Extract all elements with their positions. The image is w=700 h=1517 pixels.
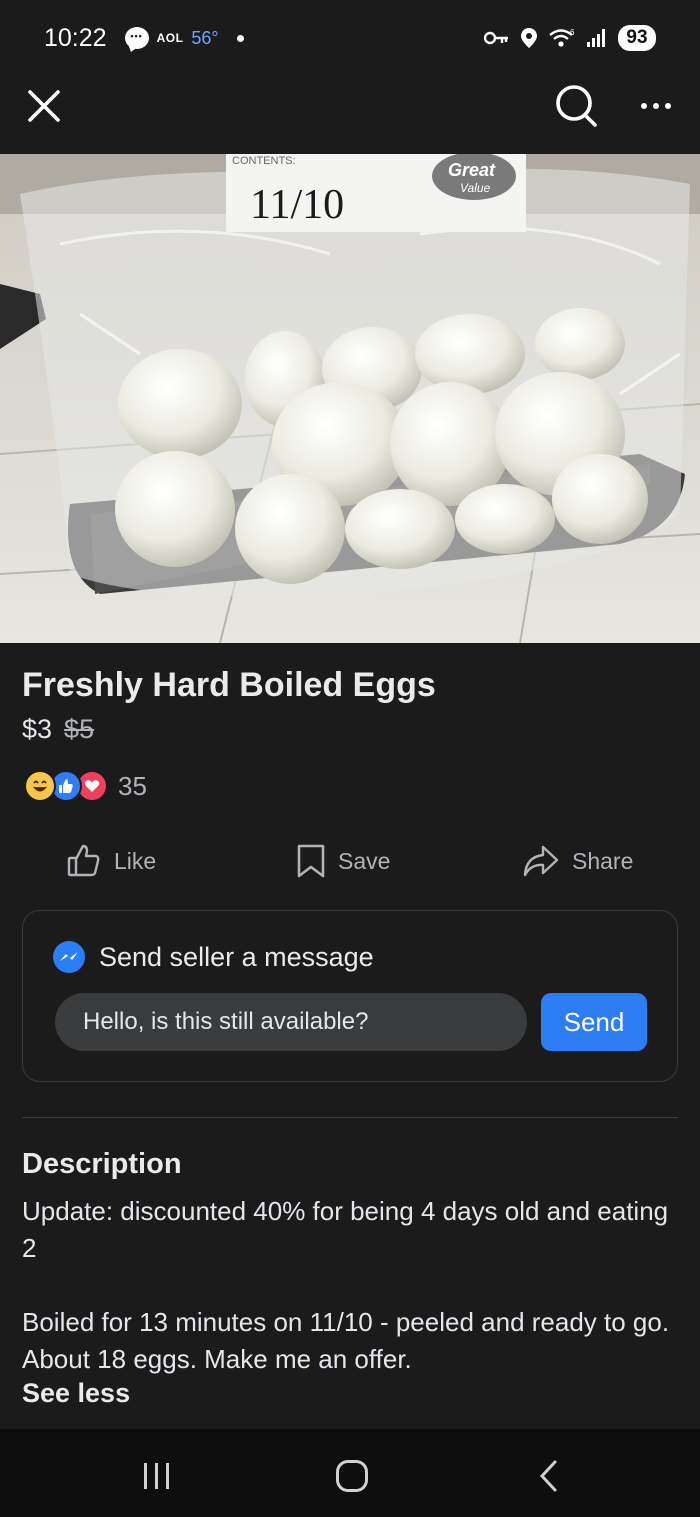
- recent-apps-icon: [166, 1463, 169, 1489]
- listing-title: Freshly Hard Boiled Eggs: [22, 666, 436, 704]
- status-right: 6 93: [484, 25, 656, 51]
- messages-icon: •••: [124, 27, 149, 49]
- original-price: $5: [64, 714, 95, 744]
- recent-apps-icon: [144, 1463, 147, 1489]
- reaction-count: 35: [118, 770, 147, 801]
- see-less-link[interactable]: See less: [22, 1378, 130, 1409]
- battery-level: 93: [618, 25, 656, 51]
- photo-label-header: CONTENTS:: [232, 155, 296, 167]
- description-paragraph: Update: discounted 40% for being 4 days …: [22, 1196, 669, 1263]
- reactions-summary[interactable]: 35: [24, 770, 147, 802]
- close-button[interactable]: [26, 86, 62, 126]
- share-arrow-icon: [523, 845, 559, 877]
- more-options-button[interactable]: [636, 88, 676, 124]
- photo-brand-line1: Great: [448, 160, 496, 180]
- signal-icon: [586, 28, 608, 48]
- back-button[interactable]: [534, 1459, 564, 1493]
- search-icon: [556, 85, 597, 127]
- more-icon-dot: [653, 103, 659, 109]
- status-time: 10:22: [44, 23, 107, 52]
- message-seller-heading: Send seller a message: [53, 941, 374, 973]
- back-chevron-icon: [539, 1460, 557, 1492]
- top-nav: [0, 76, 700, 154]
- bookmark-icon: [297, 844, 325, 878]
- send-button[interactable]: Send: [541, 993, 647, 1051]
- photo-label-date: 11/10: [250, 182, 344, 228]
- haha-reaction-icon: [24, 770, 56, 802]
- thumbs-up-icon: [67, 844, 100, 877]
- temperature: 56°: [191, 27, 219, 48]
- description-paragraph: Boiled for 13 minutes on 11/10 - peeled …: [22, 1307, 670, 1374]
- price-row: $3 $5: [22, 714, 94, 745]
- location-icon: [520, 27, 538, 49]
- recent-apps-button[interactable]: [144, 1463, 169, 1489]
- system-nav-bar: [0, 1429, 700, 1517]
- listing-photo[interactable]: CONTENTS: 11/10 Great Value: [0, 154, 700, 643]
- message-input[interactable]: [55, 993, 527, 1051]
- current-price: $3: [22, 714, 53, 744]
- share-button[interactable]: Share: [522, 836, 633, 886]
- key-icon: [484, 30, 510, 46]
- message-seller-card: Send seller a message Send: [22, 910, 678, 1082]
- eggs-bag-image: CONTENTS: 11/10 Great Value: [0, 154, 700, 643]
- photo-brand-line2: Value: [460, 181, 491, 195]
- notification-dot-icon: [236, 34, 244, 42]
- save-button[interactable]: Save: [296, 836, 390, 886]
- section-divider: [22, 1117, 678, 1118]
- description-heading: Description: [22, 1148, 182, 1180]
- message-heading-text: Send seller a message: [99, 941, 374, 972]
- svg-text:6: 6: [570, 28, 575, 37]
- action-row: Like Save Share: [0, 836, 700, 886]
- recent-apps-icon: [155, 1463, 158, 1489]
- home-button[interactable]: [336, 1460, 368, 1492]
- more-icon: [641, 103, 647, 109]
- wifi-icon: 6: [548, 27, 576, 49]
- save-label: Save: [338, 847, 391, 874]
- like-button[interactable]: Like: [66, 836, 156, 886]
- more-icon-dot: [665, 103, 671, 109]
- like-label: Like: [114, 847, 157, 874]
- status-left: 10:22 ••• AOL 56°: [44, 24, 244, 53]
- status-bar: 10:22 ••• AOL 56° 6 93: [0, 0, 700, 76]
- close-icon: [28, 90, 60, 122]
- messenger-icon: [53, 941, 85, 973]
- description-body: Update: discounted 40% for being 4 days …: [22, 1193, 682, 1378]
- notification-label: AOL: [156, 31, 184, 45]
- search-button[interactable]: [552, 82, 600, 130]
- share-label: Share: [572, 847, 634, 874]
